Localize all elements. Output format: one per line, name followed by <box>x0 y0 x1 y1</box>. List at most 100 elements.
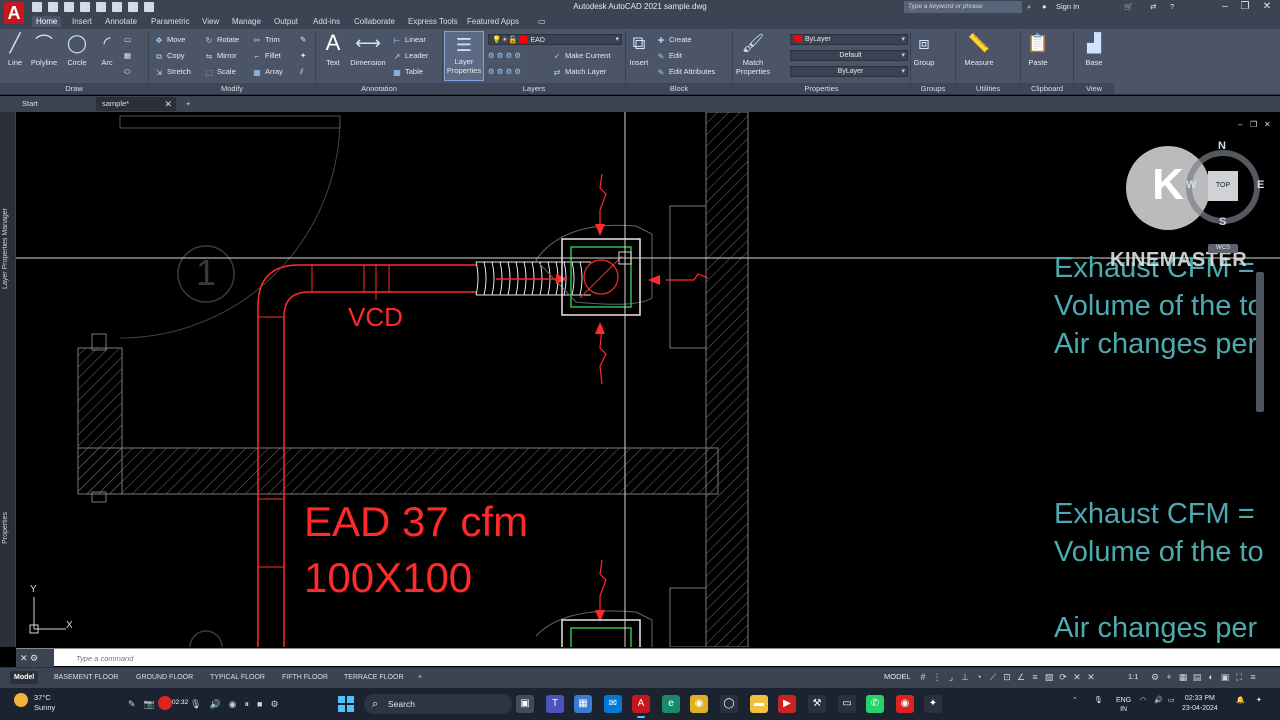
transparency-icon[interactable]: ▧ <box>1044 671 1054 683</box>
measure-button[interactable]: 📏 Measure <box>962 32 996 68</box>
weather-widget[interactable]: 37°C Sunny <box>14 693 55 712</box>
osnap-icon[interactable]: ⊡ <box>1002 671 1012 683</box>
grid-icon[interactable]: # <box>918 671 928 683</box>
autocad-logo[interactable]: A <box>4 2 24 24</box>
tab-home[interactable]: Home <box>32 16 62 27</box>
media-app-icon[interactable]: ▶ <box>778 695 796 713</box>
chrome-icon[interactable]: ◉ <box>690 695 708 713</box>
linetype-dropdown[interactable]: Default <box>790 50 908 61</box>
sign-in-link[interactable]: Sign In <box>1056 2 1079 11</box>
hardware-acceleration-icon[interactable]: ▣ <box>1220 671 1230 683</box>
file-explorer-icon[interactable]: ▬ <box>750 695 768 713</box>
volume-icon[interactable]: 🔊 <box>1154 696 1163 704</box>
notification-icon[interactable]: 🔔 <box>1236 696 1245 704</box>
layout-tab-terrace[interactable]: TERRACE FLOOR <box>340 671 408 684</box>
mic-tray-icon[interactable]: 🎙 <box>1094 696 1103 704</box>
mail-icon[interactable]: ✉ <box>604 695 622 713</box>
windows-start-icon[interactable] <box>338 696 354 712</box>
model-space-button[interactable]: MODEL <box>884 672 911 681</box>
layers-panel-label[interactable]: Layers <box>443 83 625 94</box>
properties-palette[interactable]: Properties <box>2 512 9 544</box>
tab-add-ins[interactable]: Add-ins <box>309 16 344 27</box>
layout-tab-model[interactable]: Model <box>10 671 39 684</box>
task-view-icon[interactable]: ▣ <box>516 695 534 713</box>
otrack-icon[interactable]: ∠ <box>1016 671 1026 683</box>
drawing-canvas[interactable]: 1 VCD EAD 37 cfm 100X100 Y X Exhaust CFM… <box>16 112 1280 647</box>
file-tab-sample[interactable]: sample* ✕ <box>96 97 176 111</box>
tab-collaborate[interactable]: Collaborate <box>350 16 399 27</box>
ribbon-toggle-icon[interactable]: ▭ <box>534 16 550 27</box>
tools-icon[interactable]: ⚒ <box>808 695 826 713</box>
modify-panel-label[interactable]: Modify <box>149 83 315 94</box>
scale-button[interactable]: ⬚ Scale <box>204 67 236 77</box>
speaker-icon[interactable]: 🔊 <box>209 699 220 710</box>
linear-button[interactable]: ⊢ Linear <box>392 35 426 45</box>
viewport-restore-icon[interactable]: ❐ <box>1250 120 1257 129</box>
quick-properties-icon[interactable]: ▤ <box>1192 671 1202 683</box>
minimize-button[interactable]: – <box>1218 1 1232 13</box>
compass-east[interactable]: E <box>1257 179 1264 191</box>
user-icon[interactable]: ● <box>1042 2 1047 11</box>
block-panel-label[interactable]: Block <box>626 83 732 94</box>
exchange-icon[interactable]: ⇄ <box>1150 2 1156 11</box>
close-tab-icon[interactable]: ✕ <box>164 97 172 111</box>
viewcube-top-face[interactable]: TOP <box>1208 171 1238 201</box>
offset-icon[interactable]: ⫽ <box>300 67 303 77</box>
command-line-tools[interactable]: ✕ ⚙ <box>16 649 54 667</box>
properties-panel-label[interactable]: Properties <box>733 83 910 94</box>
erase-icon[interactable]: ✎ <box>300 35 306 44</box>
base-view-button[interactable]: ▟ Base <box>1080 32 1108 68</box>
tab-manage[interactable]: Manage <box>228 16 265 27</box>
tab-parametric[interactable]: Parametric <box>147 16 194 27</box>
lineweight-dropdown[interactable]: ByLayer <box>790 66 908 77</box>
arc-button[interactable]: ◜ Arc <box>96 32 118 68</box>
new-tab-icon[interactable]: + <box>180 97 190 111</box>
clipboard-panel-label[interactable]: Clipboard <box>1021 83 1073 94</box>
color-dropdown[interactable]: ByLayer <box>790 34 908 45</box>
viewcube[interactable]: TOP N W E S WCS <box>1184 140 1264 253</box>
dimension-button[interactable]: ⟷ Dimension <box>348 32 388 68</box>
file-tab-start[interactable]: Start <box>16 97 94 111</box>
compass-west[interactable]: W <box>1186 179 1196 191</box>
pointer-icon[interactable]: ✎ <box>128 699 136 710</box>
paste-button[interactable]: 📋 Paste <box>1026 32 1050 68</box>
tab-output[interactable]: Output <box>270 16 302 27</box>
polyline-button[interactable]: ⌒ Polyline <box>28 32 60 67</box>
layer-properties-manager-palette[interactable]: Layer Properties Manager <box>2 208 9 289</box>
pause-icon[interactable]: ⏸ <box>245 699 250 710</box>
workspace-gear-icon[interactable]: ⚙ <box>1150 671 1160 683</box>
table-button[interactable]: ▦ Table <box>392 67 423 77</box>
teams-icon[interactable]: T <box>546 695 564 713</box>
restore-button[interactable]: ❐ <box>1238 1 1252 13</box>
view-panel-label[interactable]: View <box>1074 83 1114 94</box>
compass-south[interactable]: S <box>1219 216 1226 228</box>
leader-button[interactable]: ↗ Leader <box>392 51 429 61</box>
match-properties-button[interactable]: 🖌 Match Properties <box>734 32 772 77</box>
fillet-button[interactable]: ⌐ Fillet <box>252 51 281 61</box>
webcam-icon[interactable]: ◉ <box>229 699 237 710</box>
make-current-button[interactable]: ✓ Make Current <box>552 51 611 61</box>
customization-icon[interactable]: ≡ <box>1248 671 1258 683</box>
scale-readout[interactable]: 1:1 <box>1128 672 1138 681</box>
edit-attributes-button[interactable]: ✎ Edit Attributes <box>656 67 716 77</box>
annotation-visibility-icon[interactable]: ✕ <box>1086 671 1096 683</box>
units-icon[interactable]: ▦ <box>1178 671 1188 683</box>
stretch-button[interactable]: ⇲ Stretch <box>154 67 191 77</box>
help-search-input[interactable]: Type a keyword or phrase <box>904 1 1022 13</box>
viewport-close-icon[interactable]: ✕ <box>1264 120 1271 129</box>
taskbar-clock[interactable]: 02:33 PM 23-04-2024 <box>1182 694 1218 714</box>
navigation-bar[interactable] <box>1256 272 1264 412</box>
wifi-icon[interactable]: ◠ <box>1140 696 1146 704</box>
terminal-icon[interactable]: ▭ <box>838 695 856 713</box>
match-layer-button[interactable]: ⇄ Match Layer <box>552 67 607 77</box>
annotation-scale-icon[interactable]: ✕ <box>1072 671 1082 683</box>
help-icon[interactable]: ? <box>1170 2 1174 11</box>
tab-annotate[interactable]: Annotate <box>101 16 141 27</box>
wcs-menu[interactable]: WCS <box>1208 244 1238 253</box>
groups-panel-label[interactable]: Groups <box>911 83 955 94</box>
tab-featured-apps[interactable]: Featured Apps <box>463 16 523 27</box>
compass-north[interactable]: N <box>1218 140 1226 152</box>
layout-tab-fifth[interactable]: FIFTH FLOOR <box>278 671 332 684</box>
close-button[interactable]: ✕ <box>1260 1 1274 13</box>
autocad-taskbar-icon[interactable]: A <box>632 695 650 718</box>
